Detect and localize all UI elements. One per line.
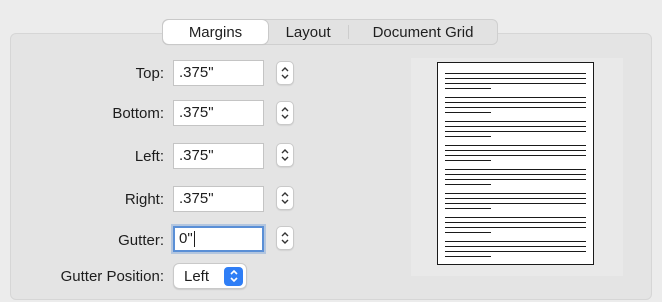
- page-preview-line: [445, 246, 586, 247]
- page-preview-line: [445, 88, 491, 89]
- gutter-label: Gutter:: [118, 232, 164, 249]
- page-preview-line: [445, 174, 586, 175]
- up-down-stepper-icon: [281, 232, 289, 244]
- page-preview-line: [445, 184, 491, 185]
- page-preview-line: [445, 83, 586, 84]
- right-field[interactable]: .375": [173, 186, 264, 212]
- left-field-value: .375": [179, 147, 214, 164]
- tab-layout[interactable]: Layout: [268, 20, 348, 44]
- gutter-position-label: Gutter Position:: [60, 268, 164, 285]
- top-field[interactable]: .375": [173, 60, 264, 86]
- gutter-field-value: 0": [179, 230, 193, 247]
- page-preview-line: [445, 73, 586, 74]
- page-preview-line: [445, 145, 586, 146]
- tab-document-grid[interactable]: Document Grid: [349, 20, 497, 44]
- up-down-stepper-icon: [281, 149, 289, 161]
- page-preview-line: [445, 227, 586, 228]
- left-field[interactable]: .375": [173, 143, 264, 169]
- page-preview-line: [445, 97, 586, 98]
- page-preview-line: [445, 241, 586, 242]
- margins-dialog: Margins Layout Document Grid Top: .375" …: [0, 0, 662, 302]
- chevron-up-down-icon: [224, 266, 243, 286]
- page-preview-line: [445, 193, 586, 194]
- page-preview-line: [445, 112, 491, 113]
- up-down-stepper-icon: [281, 192, 289, 204]
- page-preview-line: [445, 169, 586, 170]
- page-preview-line: [445, 251, 586, 252]
- tab-layout-label: Layout: [285, 23, 331, 41]
- page-preview-line: [445, 232, 491, 233]
- page-preview-line: [445, 150, 586, 151]
- tab-margins[interactable]: Margins: [163, 20, 268, 44]
- page-preview-line: [445, 131, 586, 132]
- gutter-position-value: Left: [184, 267, 210, 285]
- bottom-label: Bottom:: [112, 105, 164, 122]
- page-preview-line: [445, 256, 491, 257]
- top-stepper[interactable]: [276, 61, 294, 85]
- up-down-stepper-icon: [281, 67, 289, 79]
- page-preview-line: [445, 179, 586, 180]
- gutter-stepper[interactable]: [276, 226, 294, 250]
- page-preview-panel: [411, 58, 623, 276]
- page-preview-line: [445, 155, 586, 156]
- up-down-stepper-icon: [281, 107, 289, 119]
- tab-margins-label: Margins: [188, 23, 243, 41]
- page-preview-line: [445, 222, 586, 223]
- page-preview-line: [445, 126, 586, 127]
- page-preview-line: [445, 121, 586, 122]
- text-cursor: [193, 231, 195, 248]
- bottom-field[interactable]: .375": [173, 100, 264, 126]
- page-preview-line: [445, 102, 586, 103]
- gutter-field[interactable]: 0": [173, 226, 264, 252]
- page-preview-line: [445, 203, 586, 204]
- page-preview-line: [445, 208, 491, 209]
- left-stepper[interactable]: [276, 143, 294, 167]
- page-preview-line: [445, 160, 491, 161]
- right-label: Right:: [124, 191, 164, 208]
- right-field-value: .375": [179, 190, 214, 207]
- page-preview: [437, 62, 594, 265]
- page-preview-line: [445, 198, 586, 199]
- top-field-value: .375": [179, 64, 214, 81]
- page-preview-line: [445, 217, 586, 218]
- right-stepper[interactable]: [276, 186, 294, 210]
- bottom-stepper[interactable]: [276, 101, 294, 125]
- page-preview-line: [445, 78, 586, 79]
- page-preview-line: [445, 107, 586, 108]
- left-label: Left:: [134, 148, 164, 165]
- tab-bar: Margins Layout Document Grid: [162, 19, 498, 45]
- tab-document-grid-label: Document Grid: [372, 23, 474, 41]
- bottom-field-value: .375": [179, 104, 214, 121]
- gutter-position-popup[interactable]: Left: [173, 263, 247, 289]
- top-label: Top:: [135, 65, 164, 82]
- page-preview-line: [445, 136, 491, 137]
